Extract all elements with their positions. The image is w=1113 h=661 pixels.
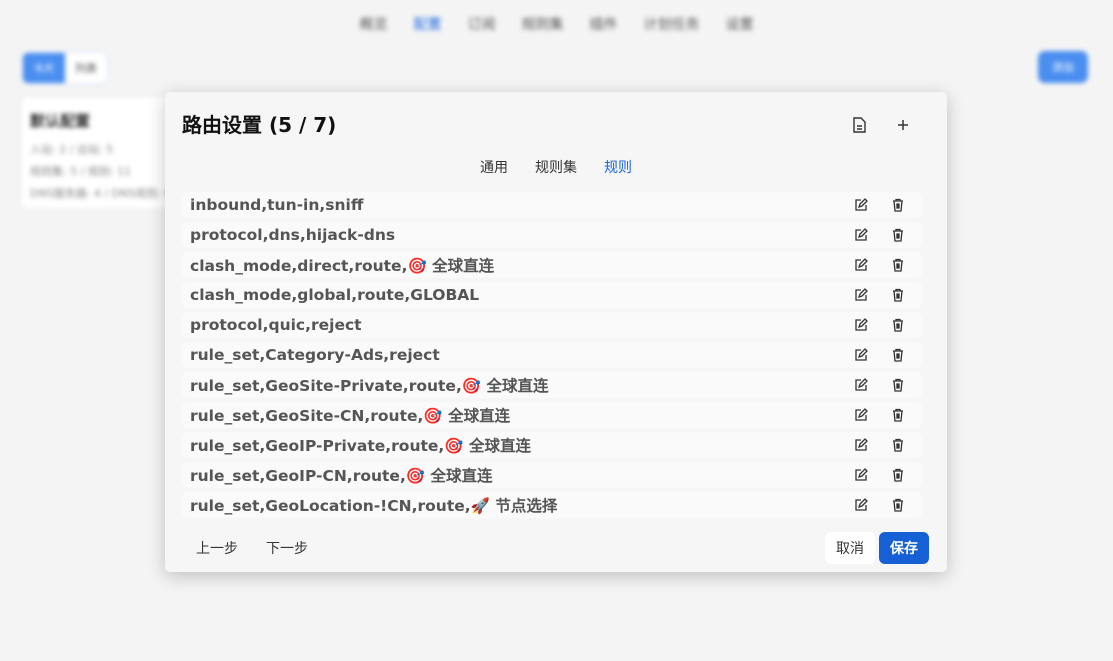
trash-icon[interactable]: [891, 378, 905, 392]
edit-icon[interactable]: [854, 198, 868, 212]
edit-icon[interactable]: [854, 408, 868, 422]
rule-row: clash_mode,global,route,GLOBAL: [182, 282, 922, 308]
save-button[interactable]: 保存: [879, 532, 929, 564]
trash-icon[interactable]: [891, 198, 905, 212]
edit-icon[interactable]: [854, 288, 868, 302]
trash-icon[interactable]: [891, 318, 905, 332]
rule-text: protocol,dns,hijack-dns: [190, 226, 396, 244]
rule-text: inbound,tun-in,sniff: [190, 196, 364, 214]
document-icon[interactable]: [848, 114, 870, 136]
view-card[interactable]: 卡片: [23, 53, 65, 83]
edit-icon[interactable]: [854, 438, 868, 452]
rule-text: rule_set,GeoSite-Private,route,🎯 全球直连: [190, 377, 549, 395]
nav-settings[interactable]: 设置: [726, 14, 754, 34]
trash-icon[interactable]: [891, 408, 905, 422]
edit-icon[interactable]: [854, 498, 868, 512]
edit-icon[interactable]: [854, 378, 868, 392]
add-profile-button[interactable]: 添加: [1038, 51, 1088, 83]
profile-title: 默认配置: [30, 112, 91, 130]
rule-row: rule_set,GeoIP-CN,route,🎯 全球直连: [182, 462, 922, 488]
plus-icon[interactable]: [892, 114, 914, 136]
view-list[interactable]: 列表: [65, 53, 107, 83]
rule-text: clash_mode,direct,route,🎯 全球直连: [190, 257, 495, 275]
trash-icon[interactable]: [891, 498, 905, 512]
edit-icon[interactable]: [854, 348, 868, 362]
cancel-button[interactable]: 取消: [825, 532, 875, 564]
trash-icon[interactable]: [891, 258, 905, 272]
trash-icon[interactable]: [891, 468, 905, 482]
rule-text: rule_set,Category-Ads,reject: [190, 346, 440, 364]
trash-icon[interactable]: [891, 438, 905, 452]
modal-footer: 上一步 下一步 取消 保存: [165, 532, 947, 564]
rule-row: inbound,tun-in,sniff: [182, 192, 922, 218]
rule-row: rule_set,GeoIP-Private,route,🎯 全球直连: [182, 432, 922, 458]
nav-scheduled-tasks[interactable]: 计划任务: [644, 14, 700, 34]
nav-plugins[interactable]: 插件: [590, 14, 618, 34]
profile-line: DNS服务器: 4 / DNS规则: 6: [30, 187, 172, 200]
tab-general[interactable]: 通用: [480, 157, 508, 177]
trash-icon[interactable]: [891, 288, 905, 302]
rule-text: rule_set,GeoIP-CN,route,🎯 全球直连: [190, 467, 493, 485]
rule-text: rule_set,GeoIP-Private,route,🎯 全球直连: [190, 437, 531, 455]
nav-subscriptions[interactable]: 订阅: [468, 14, 496, 34]
rule-text: protocol,quic,reject: [190, 316, 362, 334]
trash-icon[interactable]: [891, 228, 905, 242]
rule-row: rule_set,Category-Ads,reject: [182, 342, 922, 368]
rule-row: protocol,quic,reject: [182, 312, 922, 338]
next-step-button[interactable]: 下一步: [255, 532, 319, 564]
nav-rulesets[interactable]: 规则集: [522, 14, 564, 34]
rule-row: protocol,dns,hijack-dns: [182, 222, 922, 248]
modal-tabs: 通用 规则集 规则: [165, 157, 947, 177]
tab-rulesets[interactable]: 规则集: [535, 157, 577, 177]
nav-profiles[interactable]: 配置: [414, 14, 442, 34]
trash-icon[interactable]: [891, 348, 905, 362]
rule-row: clash_mode,direct,route,🎯 全球直连: [182, 252, 922, 278]
rule-row: rule_set,GeoSite-Private,route,🎯 全球直连: [182, 372, 922, 398]
profile-card[interactable]: 默认配置 入站: 2 / 出站: 5 规则集: 5 / 规则: 11 DNS服务…: [22, 98, 182, 208]
edit-icon[interactable]: [854, 258, 868, 272]
rule-text: rule_set,GeoSite-CN,route,🎯 全球直连: [190, 407, 511, 425]
rule-text: rule_set,GeoLocation-!CN,route,🚀 节点选择: [190, 497, 558, 515]
view-toggle: 卡片 列表: [22, 52, 108, 84]
nav-overview[interactable]: 概览: [360, 14, 388, 34]
profile-line: 入站: 2 / 出站: 5: [30, 143, 114, 156]
tab-rules[interactable]: 规则: [604, 157, 632, 177]
rule-text: clash_mode,global,route,GLOBAL: [190, 286, 480, 304]
edit-icon[interactable]: [854, 468, 868, 482]
rule-row: rule_set,GeoLocation-!CN,route,🚀 节点选择: [182, 492, 922, 518]
top-nav: 概览 配置 订阅 规则集 插件 计划任务 设置: [0, 14, 1113, 34]
profile-line: 规则集: 5 / 规则: 11: [30, 165, 132, 178]
route-settings-modal: 路由设置 (5 / 7) 通用 规则集 规则 inbound,tun-in,sn…: [165, 92, 947, 572]
edit-icon[interactable]: [854, 318, 868, 332]
rules-list: inbound,tun-in,sniff protocol,dns,hijack…: [182, 192, 922, 522]
rule-row: rule_set,GeoSite-CN,route,🎯 全球直连: [182, 402, 922, 428]
edit-icon[interactable]: [854, 228, 868, 242]
modal-title: 路由设置 (5 / 7): [182, 113, 337, 137]
prev-step-button[interactable]: 上一步: [185, 532, 249, 564]
